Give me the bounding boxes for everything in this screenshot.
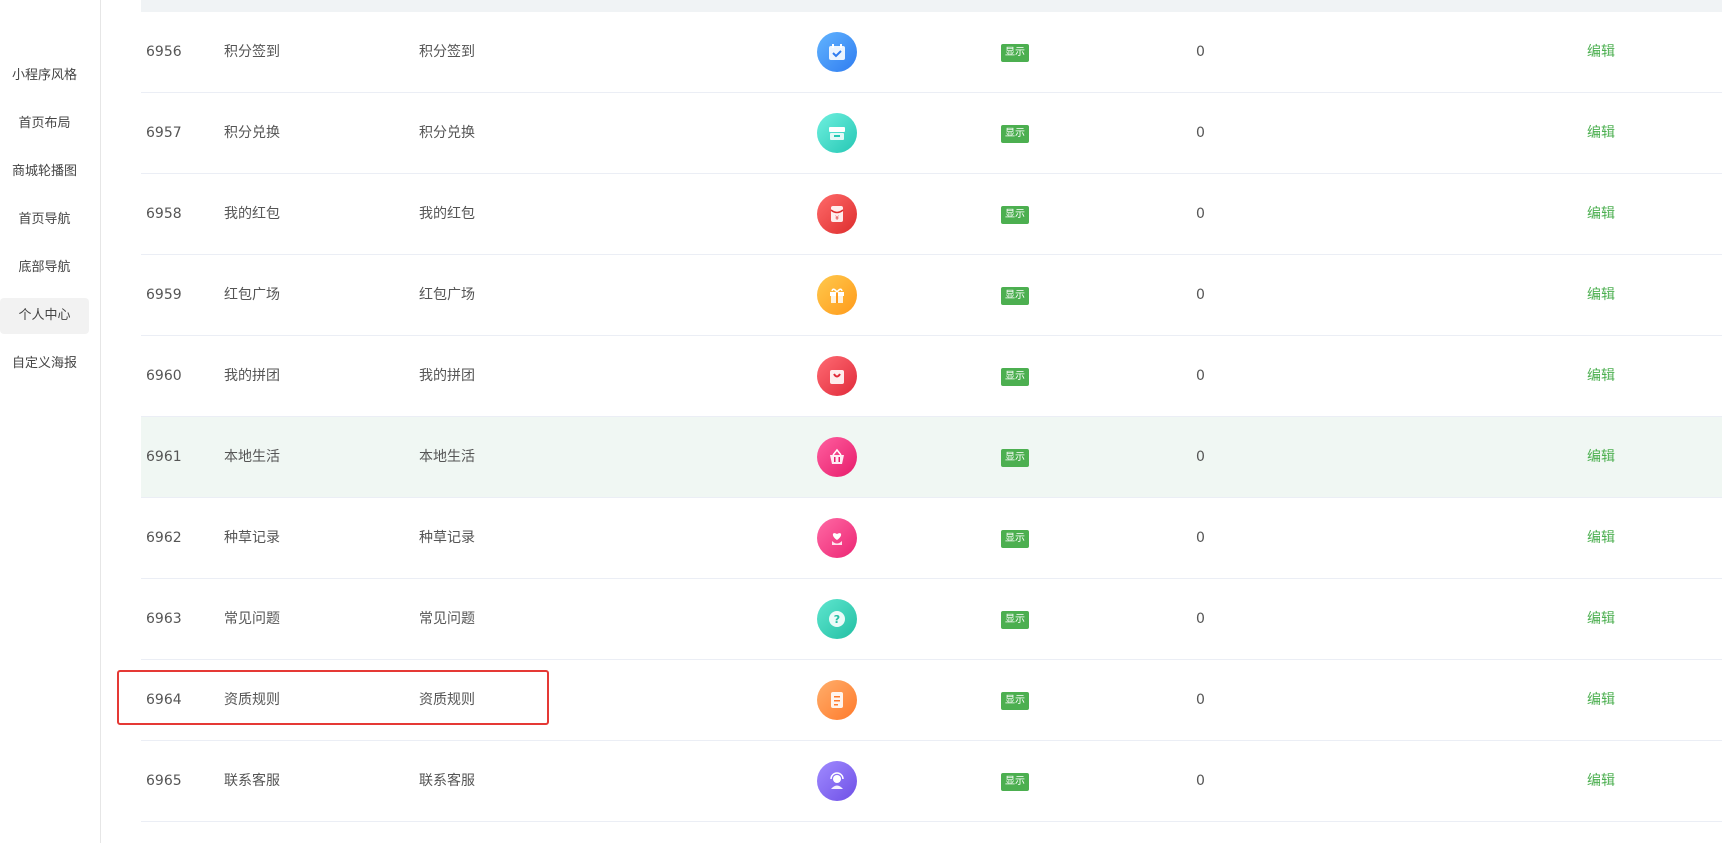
row-title: 积分签到 bbox=[419, 44, 475, 60]
basket-icon bbox=[817, 437, 857, 477]
row-id: 6960 bbox=[146, 368, 182, 384]
svg-text:¥: ¥ bbox=[835, 215, 839, 222]
edit-button[interactable]: 编辑 bbox=[1587, 255, 1615, 335]
row-sort: 0 bbox=[1196, 692, 1205, 708]
svg-text:?: ? bbox=[834, 613, 840, 626]
row-title: 本地生活 bbox=[419, 449, 475, 465]
sidebar-item-profile-center[interactable]: 个人中心 bbox=[0, 298, 89, 334]
row-title: 我的红包 bbox=[419, 206, 475, 222]
table-header bbox=[141, 0, 1722, 12]
table-row: 6956 积分签到 积分签到 显示 0 编辑 bbox=[141, 12, 1722, 93]
edit-button[interactable]: 编辑 bbox=[1587, 93, 1615, 173]
row-id: 6958 bbox=[146, 206, 182, 222]
row-title: 资质规则 bbox=[419, 692, 475, 708]
status-badge: 显示 bbox=[1001, 609, 1029, 629]
row-name: 我的拼团 bbox=[224, 368, 280, 384]
row-name: 联系客服 bbox=[224, 773, 280, 789]
sidebar-item-bottom-nav[interactable]: 底部导航 bbox=[0, 250, 89, 286]
row-id: 6959 bbox=[146, 287, 182, 303]
table-row: 6963 常见问题 常见问题 ? 显示 0 编辑 bbox=[141, 579, 1722, 660]
gift-icon bbox=[817, 275, 857, 315]
menu-table: 6956 积分签到 积分签到 显示 0 编辑 6957 积分兑换 积分兑换 显示… bbox=[141, 0, 1722, 843]
gutter bbox=[101, 0, 119, 843]
table-row: 6965 联系客服 联系客服 显示 0 编辑 bbox=[141, 741, 1722, 822]
row-title: 联系客服 bbox=[419, 773, 475, 789]
edit-button[interactable]: 编辑 bbox=[1587, 417, 1615, 497]
sidebar: 小程序风格 首页布局 商城轮播图 首页导航 底部导航 个人中心 自定义海报 bbox=[0, 0, 101, 843]
row-id: 6962 bbox=[146, 530, 182, 546]
row-name: 常见问题 bbox=[224, 611, 280, 627]
status-badge: 显示 bbox=[1001, 690, 1029, 710]
edit-button[interactable]: 编辑 bbox=[1587, 741, 1615, 821]
edit-button[interactable]: 编辑 bbox=[1587, 498, 1615, 578]
row-sort: 0 bbox=[1196, 530, 1205, 546]
status-badge: 显示 bbox=[1001, 447, 1029, 467]
row-sort: 0 bbox=[1196, 773, 1205, 789]
shopping-bag-icon bbox=[817, 356, 857, 396]
row-name: 种草记录 bbox=[224, 530, 280, 546]
row-name: 本地生活 bbox=[224, 449, 280, 465]
row-id: 6965 bbox=[146, 773, 182, 789]
edit-button[interactable]: 编辑 bbox=[1587, 579, 1615, 659]
row-id: 6956 bbox=[146, 44, 182, 60]
exchange-store-icon bbox=[817, 113, 857, 153]
document-icon bbox=[817, 680, 857, 720]
table-row: 6957 积分兑换 积分兑换 显示 0 编辑 bbox=[141, 93, 1722, 174]
sidebar-item-custom-poster[interactable]: 自定义海报 bbox=[0, 346, 89, 382]
customer-service-icon bbox=[817, 761, 857, 801]
table-row: 6961 本地生活 本地生活 显示 0 编辑 bbox=[141, 417, 1722, 498]
row-id: 6961 bbox=[146, 449, 182, 465]
red-envelope-icon: ¥ bbox=[817, 194, 857, 234]
row-sort: 0 bbox=[1196, 206, 1205, 222]
row-name: 红包广场 bbox=[224, 287, 280, 303]
status-badge: 显示 bbox=[1001, 42, 1029, 62]
row-name: 我的红包 bbox=[224, 206, 280, 222]
row-id: 6963 bbox=[146, 611, 182, 627]
row-id: 6957 bbox=[146, 125, 182, 141]
sidebar-item-style[interactable]: 小程序风格 bbox=[0, 58, 89, 94]
table-row: 6958 我的红包 我的红包 ¥ 显示 0 编辑 bbox=[141, 174, 1722, 255]
edit-button[interactable]: 编辑 bbox=[1587, 12, 1615, 92]
row-title: 红包广场 bbox=[419, 287, 475, 303]
status-badge: 显示 bbox=[1001, 204, 1029, 224]
row-name: 积分签到 bbox=[224, 44, 280, 60]
edit-button[interactable]: 编辑 bbox=[1587, 336, 1615, 416]
question-icon: ? bbox=[817, 599, 857, 639]
table-row: 6964 资质规则 资质规则 显示 0 编辑 bbox=[141, 660, 1722, 741]
status-badge: 显示 bbox=[1001, 366, 1029, 386]
sidebar-item-home-layout[interactable]: 首页布局 bbox=[0, 106, 89, 142]
heart-plant-icon bbox=[817, 518, 857, 558]
edit-button[interactable]: 编辑 bbox=[1587, 174, 1615, 254]
sidebar-item-banner[interactable]: 商城轮播图 bbox=[0, 154, 89, 190]
calendar-check-icon bbox=[817, 32, 857, 72]
row-sort: 0 bbox=[1196, 368, 1205, 384]
row-name: 积分兑换 bbox=[224, 125, 280, 141]
row-sort: 0 bbox=[1196, 611, 1205, 627]
row-sort: 0 bbox=[1196, 125, 1205, 141]
row-name: 资质规则 bbox=[224, 692, 280, 708]
table-row: 6960 我的拼团 我的拼团 显示 0 编辑 bbox=[141, 336, 1722, 417]
table-row: 6962 种草记录 种草记录 显示 0 编辑 bbox=[141, 498, 1722, 579]
row-title: 种草记录 bbox=[419, 530, 475, 546]
status-badge: 显示 bbox=[1001, 771, 1029, 791]
row-id: 6964 bbox=[146, 692, 182, 708]
row-sort: 0 bbox=[1196, 44, 1205, 60]
status-badge: 显示 bbox=[1001, 528, 1029, 548]
row-title: 积分兑换 bbox=[419, 125, 475, 141]
status-badge: 显示 bbox=[1001, 123, 1029, 143]
status-badge: 显示 bbox=[1001, 285, 1029, 305]
sidebar-item-home-nav[interactable]: 首页导航 bbox=[0, 202, 89, 238]
edit-button[interactable]: 编辑 bbox=[1587, 660, 1615, 740]
row-title: 我的拼团 bbox=[419, 368, 475, 384]
row-sort: 0 bbox=[1196, 449, 1205, 465]
table-row: 6959 红包广场 红包广场 显示 0 编辑 bbox=[141, 255, 1722, 336]
row-sort: 0 bbox=[1196, 287, 1205, 303]
row-title: 常见问题 bbox=[419, 611, 475, 627]
